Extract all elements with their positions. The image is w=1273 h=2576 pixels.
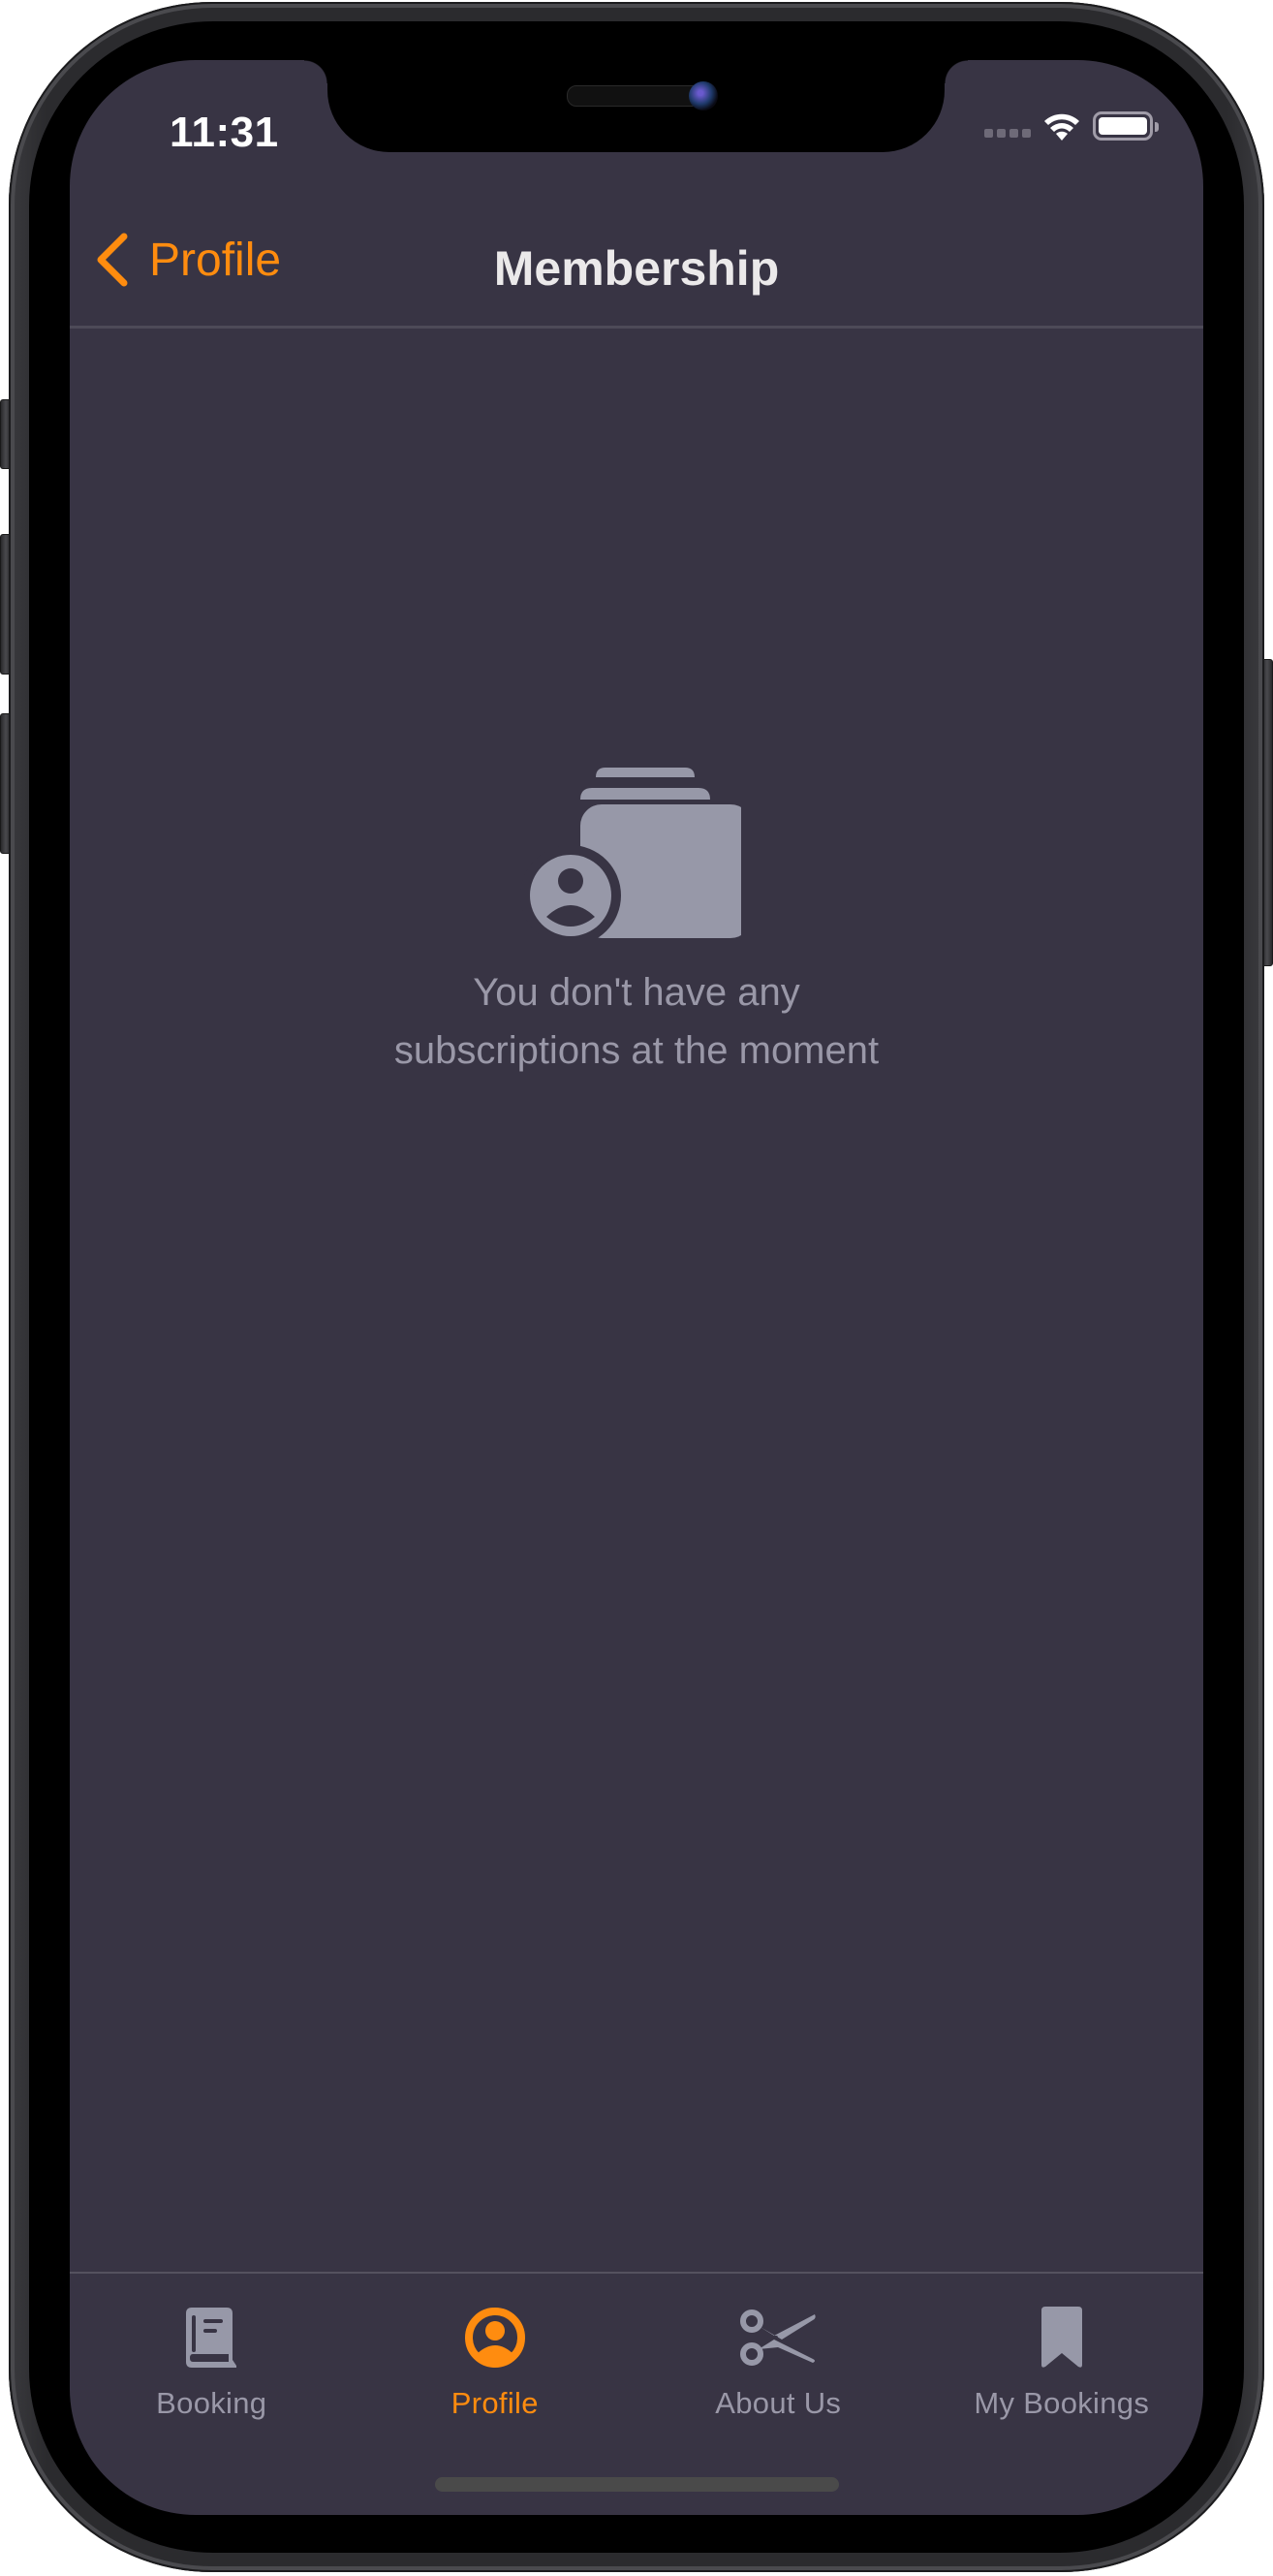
tab-booking[interactable]: Booking <box>70 2274 354 2458</box>
status-icons <box>984 110 1159 141</box>
screen: 11:31 Profile Membership You don't have … <box>70 60 1203 2515</box>
tab-bar: Booking Profile About Us My Bookings <box>70 2274 1203 2458</box>
home-indicator[interactable] <box>435 2477 839 2492</box>
book-icon <box>186 2308 237 2368</box>
tab-my-bookings[interactable]: My Bookings <box>920 2274 1204 2458</box>
notch <box>304 60 968 152</box>
tab-profile[interactable]: Profile <box>354 2274 637 2458</box>
tab-label: About Us <box>715 2386 842 2420</box>
navbar-divider <box>70 326 1203 329</box>
empty-state-message: You don't have any subscriptions at the … <box>70 963 1203 1080</box>
status-time: 11:31 <box>170 109 279 156</box>
empty-state-line-1: You don't have any <box>473 971 800 1014</box>
tab-label: Booking <box>156 2386 267 2420</box>
person-circle-icon <box>464 2308 525 2368</box>
bookmark-icon <box>1040 2307 1082 2368</box>
front-camera <box>689 81 718 110</box>
empty-state-line-2: subscriptions at the moment <box>393 1029 880 1072</box>
navigation-bar: Profile Membership <box>70 205 1203 326</box>
speaker-grille <box>567 85 704 107</box>
tab-about-us[interactable]: About Us <box>636 2274 920 2458</box>
person-cards-icon <box>520 768 741 940</box>
battery-icon <box>1093 111 1159 141</box>
wifi-icon <box>1044 113 1079 141</box>
tab-label: Profile <box>450 2386 539 2420</box>
page-title: Membership <box>493 241 780 296</box>
tab-label: My Bookings <box>974 2386 1150 2420</box>
signal-dots-icon <box>984 128 1031 138</box>
scissors-icon <box>740 2309 816 2366</box>
